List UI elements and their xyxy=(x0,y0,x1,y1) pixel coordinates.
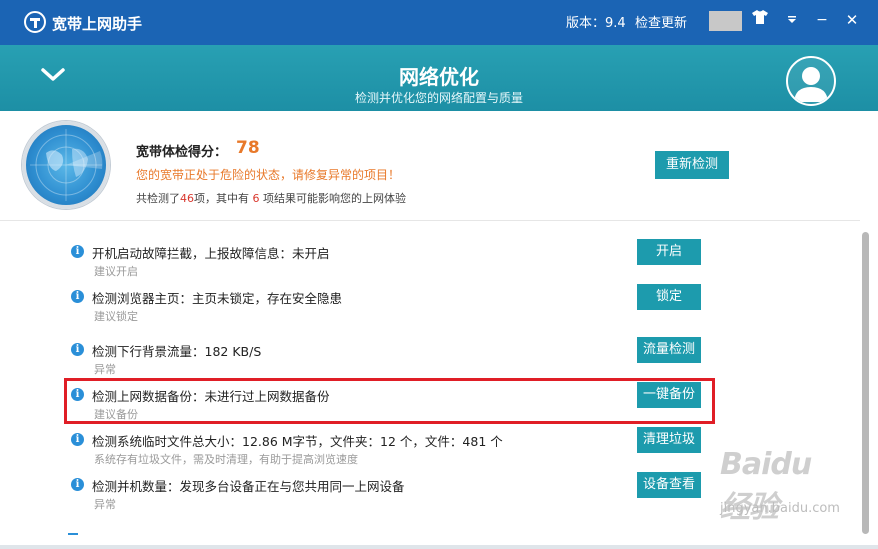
info-icon: i xyxy=(71,245,84,258)
page-subtitle: 检测并优化您的网络配置与质量 xyxy=(354,91,523,105)
scrollbar-thumb[interactable] xyxy=(862,232,869,534)
item-suggestion: 异常 xyxy=(94,498,116,511)
item-suggestion: 系统存有垃圾文件，需及时清理，有助于提高浏览速度 xyxy=(94,453,358,466)
clean-junk-button[interactable]: 清理垃圾 xyxy=(637,427,701,453)
issue-count: 6 xyxy=(252,192,260,205)
info-icon: i xyxy=(71,478,84,491)
app-logo-icon xyxy=(24,11,46,33)
score-label: 宽带体检得分： xyxy=(136,145,228,160)
radar-globe-icon xyxy=(22,121,110,209)
item-title: 检测下行背景流量：182 KB/S xyxy=(92,344,262,359)
app-title: 宽带上网助手 xyxy=(52,15,143,33)
version-label: 版本：9.4 xyxy=(566,16,626,31)
check-item-fault-intercept: i 开机启动故障拦截，上报故障信息：未开启 建议开启 开启 xyxy=(0,239,860,289)
user-account-box[interactable] xyxy=(709,11,742,31)
lock-button[interactable]: 锁定 xyxy=(637,284,701,310)
detection-stats: 共检测了46项，其中有 6 项结果可能影响您的上网体验 xyxy=(136,190,406,206)
check-update-link[interactable]: 检查更新 xyxy=(635,12,687,31)
info-icon: i xyxy=(71,433,84,446)
stats-suffix: 项结果可能影响您的上网体验 xyxy=(259,192,406,205)
item-suggestion: 异常 xyxy=(94,363,116,376)
score-value: 78 xyxy=(236,138,260,158)
title-bar: 宽带上网助手 版本：9.4 检查更新 − ✕ xyxy=(0,0,878,45)
list-continuation-marker xyxy=(68,533,78,535)
watermark-url: jingyan.baidu.com xyxy=(720,501,840,516)
watermark: Baidu经验 jingyan.baidu.com xyxy=(720,447,840,527)
shirt-icon[interactable] xyxy=(750,10,770,30)
check-item-browser-homepage: i 检测浏览器主页：主页未锁定，存在安全隐患 建议锁定 锁定 xyxy=(0,284,860,334)
highlight-box xyxy=(64,378,715,424)
page-title: 网络优化 xyxy=(399,65,479,89)
item-suggestion: 建议锁定 xyxy=(94,310,138,323)
dropdown-menu-icon[interactable] xyxy=(782,10,802,30)
item-suggestion: 建议开启 xyxy=(94,265,138,278)
item-title: 开机启动故障拦截，上报故障信息：未开启 xyxy=(92,246,330,261)
minimize-icon[interactable]: − xyxy=(812,10,832,30)
enable-button[interactable]: 开启 xyxy=(637,239,701,265)
stats-prefix: 共检测了 xyxy=(136,192,180,205)
close-icon[interactable]: ✕ xyxy=(842,10,862,30)
window-bottom-border xyxy=(0,545,878,549)
recheck-button[interactable]: 重新检测 xyxy=(655,151,729,179)
page-header-banner: 网络优化 检测并优化您的网络配置与质量 xyxy=(0,45,878,111)
danger-warning: 您的宽带正处于危险的状态，请修复异常的项目！ xyxy=(136,168,401,182)
item-title: 检测并机数量：发现多台设备正在与您共用同一上网设备 xyxy=(92,479,405,494)
view-devices-button[interactable]: 设备查看 xyxy=(637,472,701,498)
user-avatar-icon[interactable] xyxy=(786,56,836,106)
info-icon: i xyxy=(71,290,84,303)
info-icon: i xyxy=(71,343,84,356)
item-title: 检测系统临时文件总大小：12.86 M字节，文件夹：12 个，文件：481 个 xyxy=(92,434,503,449)
traffic-check-button[interactable]: 流量检测 xyxy=(637,337,701,363)
score-summary: 宽带体检得分： 78 您的宽带正处于危险的状态，请修复异常的项目！ 共检测了46… xyxy=(0,111,860,221)
stats-mid: 项，其中有 xyxy=(194,192,253,205)
item-title: 检测浏览器主页：主页未锁定，存在安全隐患 xyxy=(92,291,343,306)
total-count: 46 xyxy=(180,192,194,205)
